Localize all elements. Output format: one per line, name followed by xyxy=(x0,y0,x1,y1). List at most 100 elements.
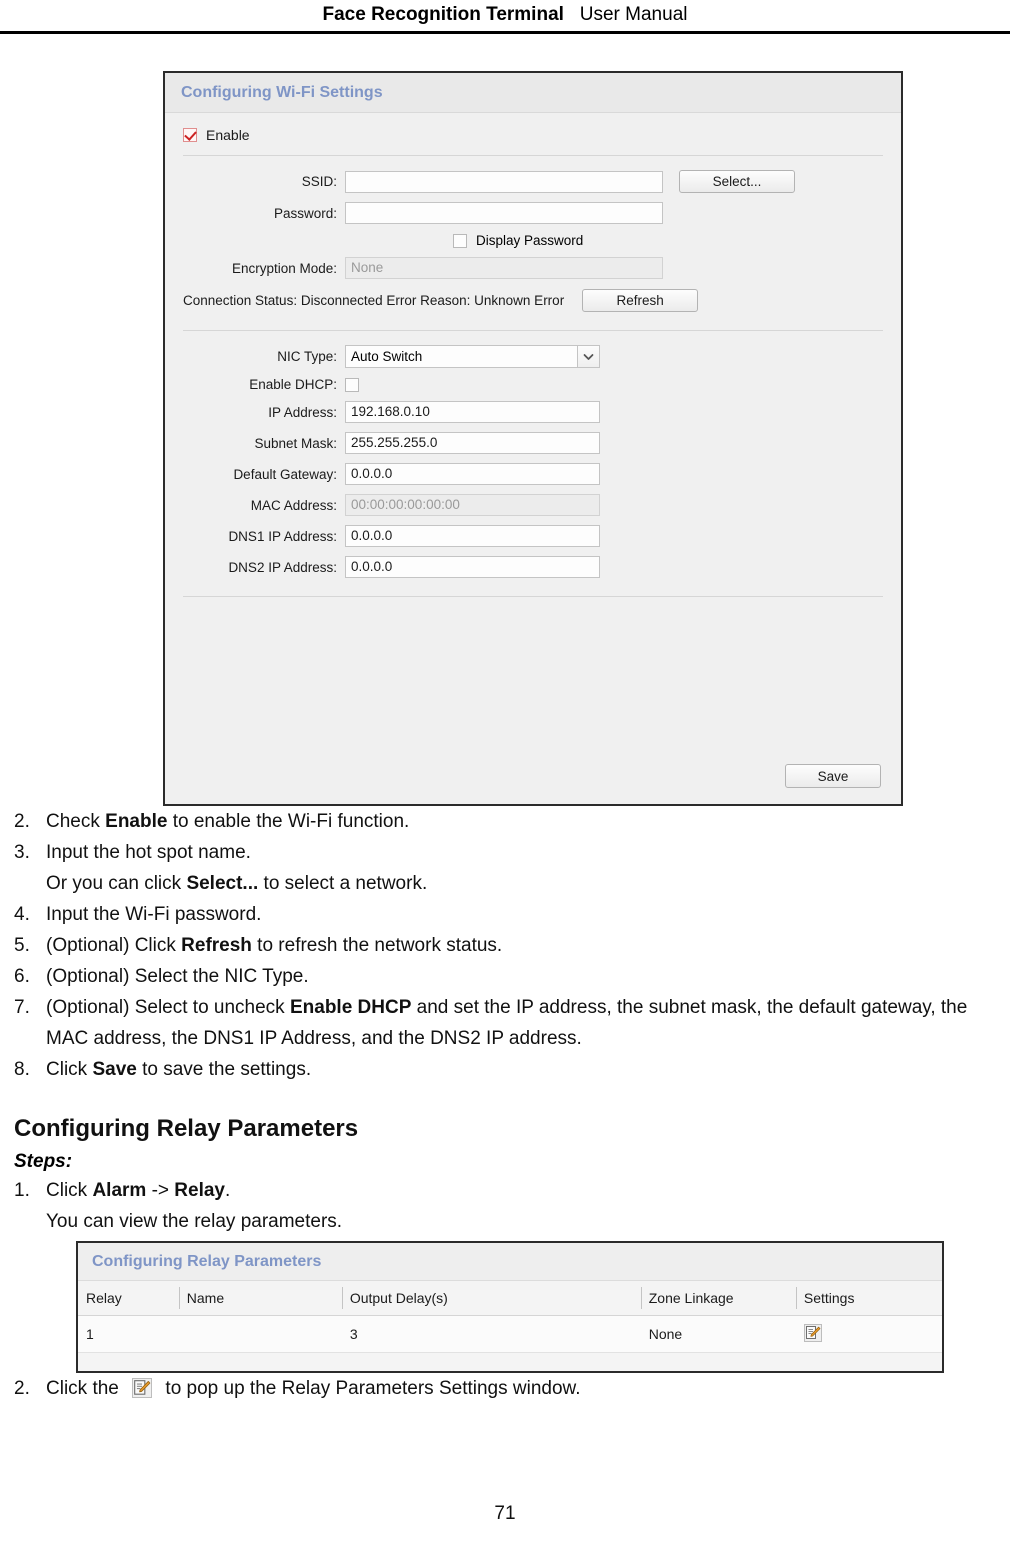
step-8: 8. Click Save to save the settings. xyxy=(8,1054,1002,1085)
dns1-label: DNS1 IP Address: xyxy=(228,528,337,544)
header-title-light: User Manual xyxy=(579,4,688,25)
select-network-button[interactable]: Select... xyxy=(679,170,795,193)
nic-type-label: NIC Type: xyxy=(277,349,337,364)
column-header-name[interactable]: Name xyxy=(178,1281,342,1316)
relay-step-2-post: to pop up the Relay Parameters Settings … xyxy=(160,1378,581,1399)
nic-type-select[interactable]: Auto Switch xyxy=(345,345,600,368)
relay-panel-title: Configuring Relay Parameters xyxy=(92,1252,322,1270)
enable-dhcp-checkbox[interactable] xyxy=(345,377,359,392)
table-row[interactable]: 1 3 None xyxy=(78,1315,942,1353)
dns2-input[interactable]: 0.0.0.0 xyxy=(345,556,600,578)
wifi-enable-label: Enable xyxy=(206,127,250,143)
refresh-button[interactable]: Refresh xyxy=(582,289,699,312)
nic-type-value: Auto Switch xyxy=(351,349,423,364)
connection-status-row: Connection Status: Disconnected Error Re… xyxy=(165,289,901,312)
relay-step-2: 2. Click the to pop up the Relay Paramet… xyxy=(8,1373,1002,1404)
ip-address-input[interactable]: 192.168.0.10 xyxy=(345,401,600,423)
step-2-bold: Enable xyxy=(105,811,168,832)
step-8-text: Click Save to save the settings. xyxy=(46,1054,1002,1085)
relay-step-1-substep: You can view the relay parameters. xyxy=(46,1211,343,1232)
save-button[interactable]: Save xyxy=(785,764,881,788)
column-header-relay[interactable]: Relay xyxy=(78,1281,179,1316)
chevron-down-icon[interactable] xyxy=(577,346,599,367)
cell-settings xyxy=(795,1315,942,1353)
default-gateway-row: Default Gateway: 0.0.0.0 xyxy=(165,463,901,485)
step-3-substep-pre: Or you can click xyxy=(46,873,187,894)
step-6-number: 6. xyxy=(14,966,30,987)
encryption-mode-label: Encryption Mode: xyxy=(231,260,337,276)
encryption-mode-row: Encryption Mode: None xyxy=(165,257,901,279)
encryption-mode-value: None xyxy=(345,257,663,279)
relay-step-2-number: 2. xyxy=(14,1378,30,1399)
ssid-label: SSID: xyxy=(301,174,337,189)
display-password-checkbox[interactable] xyxy=(453,233,467,248)
ip-address-row: IP Address: 192.168.0.10 xyxy=(165,401,901,423)
nic-type-row: NIC Type: Auto Switch xyxy=(165,345,901,368)
running-header: Face Recognition Terminal User Manual xyxy=(0,0,1010,34)
cell-relay: 1 xyxy=(78,1315,179,1353)
default-gateway-label: Default Gateway: xyxy=(233,466,337,482)
mac-address-label: MAC Address: xyxy=(250,497,337,513)
wifi-enable-checkbox[interactable] xyxy=(183,128,197,142)
step-5-number: 5. xyxy=(14,935,30,956)
dns1-row: DNS1 IP Address: 0.0.0.0 xyxy=(165,525,901,547)
step-8-number: 8. xyxy=(14,1059,30,1080)
subnet-mask-row: Subnet Mask: 255.255.255.0 xyxy=(165,432,901,454)
relay-step-2-text: Click the to pop up the Relay Parameters… xyxy=(46,1373,1002,1404)
relay-step-1-text: Click Alarm -> Relay. xyxy=(46,1175,1002,1206)
wifi-panel-titlebar: Configuring Wi-Fi Settings xyxy=(165,73,901,113)
step-5-pre: (Optional) Click xyxy=(46,935,182,956)
step-5: 5. (Optional) Click Refresh to refresh t… xyxy=(8,930,1002,961)
step-2-pre: Check xyxy=(46,811,106,832)
step-6: 6. (Optional) Select the NIC Type. xyxy=(8,961,1002,992)
password-row: Password: xyxy=(165,202,901,224)
step-2-number: 2. xyxy=(14,811,30,832)
relay-step-1-post: . xyxy=(225,1180,231,1201)
relay-step-1-number: 1. xyxy=(14,1180,30,1201)
step-7-bold: Enable DHCP xyxy=(289,997,412,1018)
relay-step-1: 1. Click Alarm -> Relay. xyxy=(8,1175,1002,1206)
column-header-output-delay[interactable]: Output Delay(s) xyxy=(341,1281,641,1316)
step-3-text: Input the hot spot name. xyxy=(46,837,1002,868)
relay-table-header-row: Relay Name Output Delay(s) Zone Linkage … xyxy=(78,1281,942,1316)
relay-table-body: 1 3 None xyxy=(78,1315,942,1353)
wifi-settings-screenshot: Configuring Wi-Fi Settings Enable SSID: … xyxy=(163,71,903,806)
dns2-row: DNS2 IP Address: 0.0.0.0 xyxy=(165,556,901,578)
relay-section-heading: Configuring Relay Parameters xyxy=(14,1115,359,1142)
header-title: Face Recognition Terminal User Manual xyxy=(0,0,1010,30)
dns1-input[interactable]: 0.0.0.0 xyxy=(345,525,600,547)
step-7-number: 7. xyxy=(14,997,30,1018)
step-3-substep-post: to select a network. xyxy=(258,873,428,894)
wifi-enable-row: Enable xyxy=(165,113,901,155)
connection-status-text: Connection Status: Disconnected Error Re… xyxy=(183,293,565,308)
wifi-panel-title: Configuring Wi-Fi Settings xyxy=(181,83,383,101)
enable-dhcp-label: Enable DHCP: xyxy=(249,377,337,392)
step-3: 3. Input the hot spot name. xyxy=(8,837,1002,868)
ssid-input[interactable] xyxy=(345,170,663,193)
step-8-pre: Click xyxy=(46,1059,93,1080)
relay-step-1-pre: Click xyxy=(46,1180,93,1201)
step-2-text: Check Enable to enable the Wi-Fi functio… xyxy=(46,806,1002,837)
relay-step-2-pre: Click the xyxy=(46,1378,125,1399)
step-4-pre: Input the Wi-Fi password. xyxy=(46,904,262,925)
header-title-bold: Face Recognition Terminal xyxy=(322,4,564,25)
relay-table-head: Relay Name Output Delay(s) Zone Linkage … xyxy=(78,1281,942,1316)
column-header-settings[interactable]: Settings xyxy=(795,1281,942,1316)
relay-step-1-mid: -> xyxy=(146,1180,175,1201)
default-gateway-input[interactable]: 0.0.0.0 xyxy=(345,463,600,485)
step-6-pre: (Optional) Select the NIC Type. xyxy=(46,966,309,987)
password-input[interactable] xyxy=(345,202,663,224)
ip-address-label: IP Address: xyxy=(268,404,337,420)
step-3-substep-bold: Select... xyxy=(186,873,259,894)
relay-steps-lead: Steps: xyxy=(14,1151,73,1172)
step-2: 2. Check Enable to enable the Wi-Fi func… xyxy=(8,806,1002,837)
step-7-pre: (Optional) Select to uncheck xyxy=(46,997,290,1018)
wifi-form-top: SSID: Select... Password: Display Passwo… xyxy=(165,156,901,312)
relay-table: Relay Name Output Delay(s) Zone Linkage … xyxy=(78,1281,942,1353)
header-divider xyxy=(0,31,1010,34)
column-header-zone-linkage[interactable]: Zone Linkage xyxy=(640,1281,796,1316)
step-7: 7. (Optional) Select to uncheck Enable D… xyxy=(8,992,1002,1054)
edit-icon[interactable] xyxy=(803,1323,822,1342)
ssid-row: SSID: Select... xyxy=(165,170,901,193)
subnet-mask-input[interactable]: 255.255.255.0 xyxy=(345,432,600,454)
